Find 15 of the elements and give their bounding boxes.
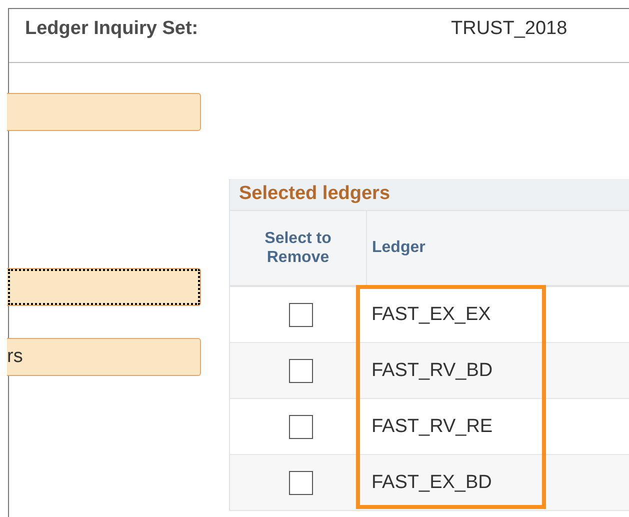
- grid-title: Selected ledgers: [229, 179, 629, 211]
- table-cell: FAST_EX_BD: [366, 454, 629, 510]
- table-cell: FAST_RV_RE: [366, 398, 629, 454]
- table-cell: FAST_EX_EX: [366, 286, 629, 342]
- field-value: TRUST_2018: [451, 18, 568, 40]
- field-label: Ledger Inquiry Set:: [25, 18, 200, 40]
- checkbox[interactable]: [288, 470, 313, 494]
- column-header: Select to Remove: [230, 211, 366, 286]
- checkbox[interactable]: [288, 414, 313, 438]
- table-cell: FAST_RV_BD: [366, 342, 629, 398]
- action-button[interactable]: [7, 268, 201, 306]
- column-header: Ledger: [366, 211, 629, 286]
- checkbox[interactable]: [288, 358, 313, 382]
- checkbox[interactable]: [288, 302, 313, 326]
- action-button[interactable]: rs: [7, 338, 201, 376]
